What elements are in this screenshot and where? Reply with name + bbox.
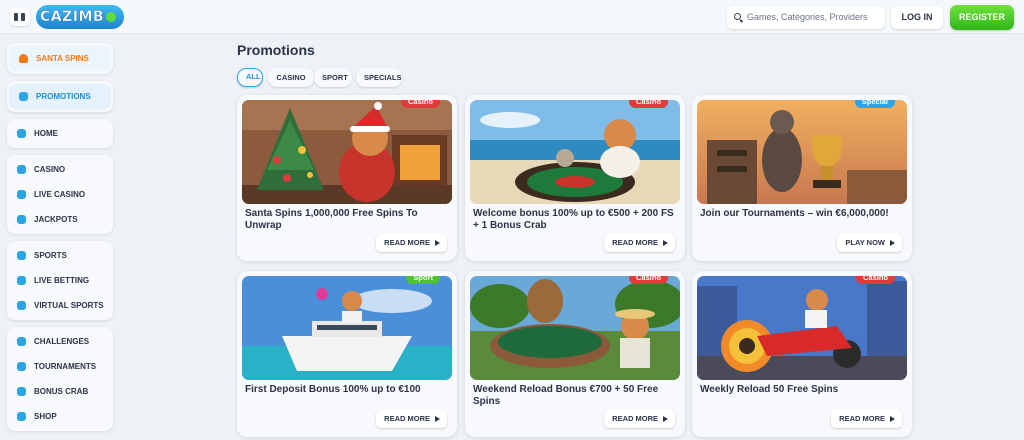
sidebar-item-label: BONUS CRAB [34,387,89,396]
sidebar-item-label: SHOP [34,412,57,421]
slot-icon [17,165,26,174]
promo-title: Weekend Reload Bonus €700 + 50 Free Spin… [473,384,659,407]
tag-casino: Casino [628,100,668,108]
cazimbo-logo[interactable]: CAZIMB [36,5,125,29]
trophy-icon [17,362,26,371]
jackpot-icon [17,215,26,224]
ball-icon [17,251,26,260]
promo-title: Welcome bonus 100% up to €500 + 200 FS +… [473,208,674,231]
filter-casino[interactable]: CASINO [268,68,314,87]
sidebar-item-live-betting[interactable]: LIVE BETTING [7,268,113,293]
read-more-button[interactable]: READ MORE [604,410,675,428]
sidebar-item-label: SANTA SPINS [36,54,89,63]
sidebar-item-label: PROMOTIONS [36,92,91,101]
search-icon [734,13,741,20]
play-now-button[interactable]: PLAY NOW [837,234,902,252]
read-more-button[interactable]: READ MORE [604,234,675,252]
sidebar: SANTA SPINS PROMOTIONS HOME CASINO LIVE … [7,43,113,438]
tag-sport: Sport [406,276,440,284]
sidebar-item-label: HOME [34,129,58,138]
sidebar-item-label: SPORTS [34,251,67,260]
promo-image-first-deposit[interactable]: Sport [242,276,452,380]
sidebar-item-virtual-sports[interactable]: VIRTUAL SPORTS [7,293,113,318]
promo-card[interactable]: Special Join our Tournaments – win €6,00… [692,95,912,261]
nav-group-santa: SANTA SPINS [7,43,113,74]
filter-all[interactable]: ALL [237,68,263,87]
sidebar-item-tournaments[interactable]: TOURNAMENTS [7,354,113,379]
sidebar-item-promotions[interactable]: PROMOTIONS [9,84,111,109]
search-placeholder: Games, Categories, Providers [747,12,868,22]
nav-group-casino: CASINO LIVE CASINO JACKPOTS [7,155,113,234]
home-icon [17,129,26,138]
chip-icon [17,190,26,199]
sidebar-item-challenges[interactable]: CHALLENGES [7,329,113,354]
read-more-button[interactable]: READ MORE [831,410,902,428]
register-button[interactable]: REGISTER [950,5,1014,30]
promo-title: Weekly Reload 50 Free Spins [700,384,839,395]
read-more-button[interactable]: READ MORE [376,234,447,252]
tag-casino: Casino [855,276,895,284]
promo-image-welcome-bonus[interactable]: Casino [470,100,680,204]
sidebar-item-label: LIVE BETTING [34,276,90,285]
promo-card[interactable]: Casino Weekly Reload 50 Free Spins READ … [692,271,912,437]
nav-group-home: HOME [7,119,113,148]
promo-image-santa-spins[interactable]: Casino [242,100,452,204]
sidebar-item-santa-spins[interactable]: SANTA SPINS [9,46,111,71]
promo-card[interactable]: Casino Santa Spins 1,000,000 Free Spins … [237,95,457,261]
promo-title: Join our Tournaments – win €6,000,000! [700,208,889,219]
sidebar-item-label: TOURNAMENTS [34,362,97,371]
promo-title: Santa Spins 1,000,000 Free Spins To Unwr… [245,208,418,231]
nav-group-promotions: PROMOTIONS [7,81,113,112]
play-icon [17,276,26,285]
promo-card[interactable]: Sport First Deposit Bonus 100% up to €10… [237,271,457,437]
promo-card[interactable]: Casino Weekend Reload Bonus €700 + 50 Fr… [465,271,685,437]
bell-icon [19,54,28,63]
gamepad-icon [17,301,26,310]
sidebar-toggle-icon[interactable] [10,8,30,26]
filter-sport[interactable]: SPORT [314,68,352,87]
sidebar-item-home[interactable]: HOME [7,121,113,146]
sidebar-item-label: CHALLENGES [34,337,90,346]
sidebar-item-bonus-crab[interactable]: BONUS CRAB [7,379,113,404]
promo-image-weekend-reload[interactable]: Casino [470,276,680,380]
sidebar-item-sports[interactable]: SPORTS [7,243,113,268]
tag-casino: Casino [400,100,440,108]
top-header: CAZIMB Games, Categories, Providers LOG … [0,0,1024,34]
sidebar-item-jackpots[interactable]: JACKPOTS [7,207,113,232]
read-more-button[interactable]: READ MORE [376,410,447,428]
sidebar-item-label: LIVE CASINO [34,190,86,199]
sidebar-item-label: JACKPOTS [34,215,78,224]
medal-icon [17,337,26,346]
sidebar-item-label: CASINO [34,165,66,174]
nav-group-sports: SPORTS LIVE BETTING VIRTUAL SPORTS [7,241,113,320]
login-button[interactable]: LOG IN [891,6,943,29]
gift-icon [19,92,28,101]
page-title: Promotions [237,42,315,58]
promo-image-tournaments[interactable]: Special [697,100,907,204]
shop-icon [17,412,26,421]
tag-casino: Casino [628,276,668,284]
nav-group-extras: CHALLENGES TOURNAMENTS BONUS CRAB SHOP [7,327,113,431]
sidebar-item-label: VIRTUAL SPORTS [34,301,104,310]
sidebar-item-live-casino[interactable]: LIVE CASINO [7,182,113,207]
tag-special: Special [854,100,895,108]
sidebar-item-shop[interactable]: SHOP [7,404,113,429]
promo-card[interactable]: Casino Welcome bonus 100% up to €500 + 2… [465,95,685,261]
promo-image-weekly-reload[interactable]: Casino [697,276,907,380]
promo-title: First Deposit Bonus 100% up to €100 [245,384,421,395]
sidebar-item-casino[interactable]: CASINO [7,157,113,182]
search-input[interactable]: Games, Categories, Providers [727,6,885,29]
filter-specials[interactable]: SPECIALS [356,68,402,87]
crab-icon [17,387,26,396]
